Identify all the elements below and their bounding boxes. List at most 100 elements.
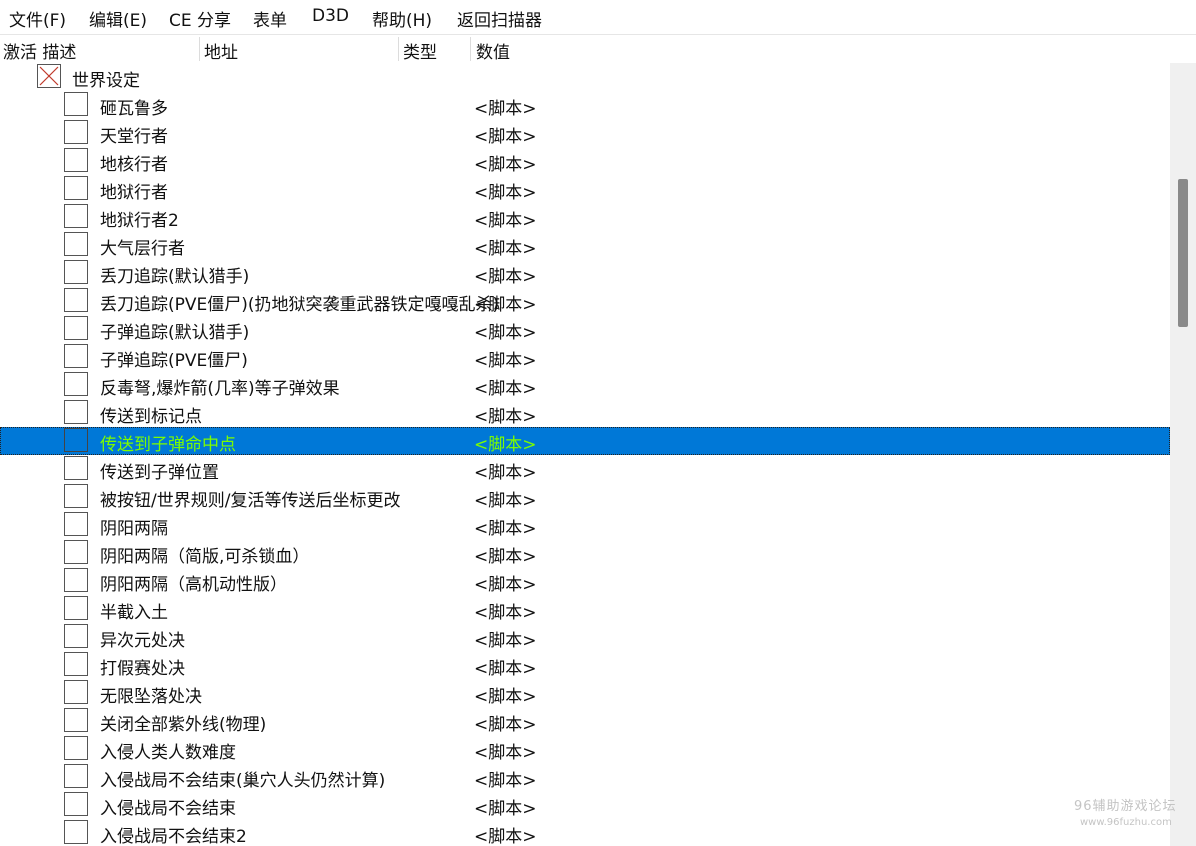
row-description: 入侵人类人数难度 (100, 743, 236, 763)
row-description: 大气层行者 (100, 239, 185, 259)
table-row[interactable]: 传送到子弹命中点 <脚本> (0, 427, 1170, 455)
active-checkbox[interactable] (64, 568, 88, 592)
col-active-description[interactable]: 激活 描述 (3, 38, 76, 63)
row-value: <脚本> (474, 99, 537, 119)
menu-help[interactable]: 帮助(H) (372, 6, 432, 31)
menu-back-to-scanner[interactable]: 返回扫描器 (457, 6, 542, 31)
active-checkbox[interactable] (64, 260, 88, 284)
watermark-text: 96辅助游戏论坛 (1074, 799, 1177, 814)
row-description: 传送到子弹命中点 (100, 435, 236, 455)
row-value: <脚本> (474, 687, 537, 707)
table-row[interactable]: 砸瓦鲁多 <脚本> (0, 91, 1170, 119)
cheat-table-list: 世界设定 砸瓦鲁多 <脚本> 天堂行者 <脚本> 地核行者 <脚本> 地狱行者 <脚本> 地狱行… (0, 63, 1170, 846)
active-checkbox[interactable] (64, 204, 88, 228)
table-row[interactable]: 大气层行者 <脚本> (0, 231, 1170, 259)
table-row[interactable]: 丢刀追踪(默认猎手) <脚本> (0, 259, 1170, 287)
group-row-world-settings[interactable]: 世界设定 (0, 63, 1170, 91)
row-description: 反毒弩,爆炸箭(几率)等子弹效果 (100, 379, 340, 399)
active-checkbox[interactable] (64, 708, 88, 732)
row-description: 打假赛处决 (100, 659, 185, 679)
active-checkbox[interactable] (64, 92, 88, 116)
menu-file[interactable]: 文件(F) (9, 6, 66, 31)
table-row[interactable]: 传送到子弹位置 <脚本> (0, 455, 1170, 483)
col-separator[interactable] (398, 37, 399, 61)
active-checkbox[interactable] (64, 176, 88, 200)
table-row[interactable]: 异次元处决 <脚本> (0, 623, 1170, 651)
menu-form[interactable]: 表单 (253, 6, 287, 31)
col-type[interactable]: 类型 (403, 38, 437, 63)
active-checkbox[interactable] (64, 680, 88, 704)
col-address[interactable]: 地址 (204, 38, 238, 63)
active-checkbox[interactable] (64, 624, 88, 648)
table-row[interactable]: 打假赛处决 <脚本> (0, 651, 1170, 679)
active-checkbox[interactable] (64, 596, 88, 620)
row-description: 传送到标记点 (100, 407, 202, 427)
row-description: 丢刀追踪(PVE僵尸)(扔地狱突袭重武器铁定嘎嘎乱杀) (100, 295, 500, 315)
row-description: 阴阳两隔（高机动性版） (100, 575, 287, 595)
table-row[interactable]: 入侵战局不会结束(巢穴人头仍然计算) <脚本> (0, 763, 1170, 791)
table-row[interactable]: 子弹追踪(默认猎手) <脚本> (0, 315, 1170, 343)
table-row[interactable]: 无限坠落处决 <脚本> (0, 679, 1170, 707)
active-checkbox[interactable] (64, 540, 88, 564)
active-checkbox[interactable] (64, 316, 88, 340)
table-row[interactable]: 入侵战局不会结束 <脚本> (0, 791, 1170, 819)
table-row[interactable]: 传送到标记点 <脚本> (0, 399, 1170, 427)
group-checkbox[interactable] (37, 64, 61, 88)
table-row[interactable]: 地狱行者 <脚本> (0, 175, 1170, 203)
table-row[interactable]: 阴阳两隔（高机动性版） <脚本> (0, 567, 1170, 595)
active-checkbox[interactable] (64, 428, 88, 452)
menu-edit[interactable]: 编辑(E) (89, 6, 147, 31)
row-description: 丢刀追踪(默认猎手) (100, 267, 250, 287)
table-row[interactable]: 地狱行者2 <脚本> (0, 203, 1170, 231)
table-row[interactable]: 天堂行者 <脚本> (0, 119, 1170, 147)
row-description: 子弹追踪(默认猎手) (100, 323, 250, 343)
row-description: 天堂行者 (100, 127, 168, 147)
vertical-scrollbar[interactable] (1170, 63, 1196, 846)
active-checkbox[interactable] (64, 372, 88, 396)
active-checkbox[interactable] (64, 400, 88, 424)
row-value: <脚本> (474, 771, 537, 791)
table-row[interactable]: 关闭全部紫外线(物理) <脚本> (0, 707, 1170, 735)
row-description: 关闭全部紫外线(物理) (100, 715, 267, 735)
active-checkbox[interactable] (64, 232, 88, 256)
table-row[interactable]: 入侵战局不会结束2 <脚本> (0, 819, 1170, 846)
row-value: <脚本> (474, 211, 537, 231)
table-row[interactable]: 地核行者 <脚本> (0, 147, 1170, 175)
col-value[interactable]: 数值 (476, 38, 510, 63)
row-description: 半截入土 (100, 603, 168, 623)
menu-ce-share[interactable]: CE 分享 (169, 6, 231, 31)
table-row[interactable]: 丢刀追踪(PVE僵尸)(扔地狱突袭重武器铁定嘎嘎乱杀) <脚本> (0, 287, 1170, 315)
active-checkbox[interactable] (64, 148, 88, 172)
row-description: 子弹追踪(PVE僵尸) (100, 351, 248, 371)
active-checkbox[interactable] (64, 820, 88, 844)
active-checkbox[interactable] (64, 344, 88, 368)
active-checkbox[interactable] (64, 456, 88, 480)
scrollbar-thumb[interactable] (1178, 179, 1188, 327)
table-row[interactable]: 入侵人类人数难度 <脚本> (0, 735, 1170, 763)
menu-bar: 文件(F) 编辑(E) CE 分享 表单 D3D 帮助(H) 返回扫描器 (0, 0, 1196, 35)
table-row[interactable]: 阴阳两隔（简版,可杀锁血） <脚本> (0, 539, 1170, 567)
table-row[interactable]: 半截入土 <脚本> (0, 595, 1170, 623)
row-value: <脚本> (474, 183, 537, 203)
active-checkbox[interactable] (64, 120, 88, 144)
row-value: <脚本> (474, 295, 537, 315)
table-row[interactable]: 子弹追踪(PVE僵尸) <脚本> (0, 343, 1170, 371)
col-separator[interactable] (470, 37, 471, 61)
active-checkbox[interactable] (64, 288, 88, 312)
menu-d3d[interactable]: D3D (312, 6, 349, 26)
active-checkbox[interactable] (64, 484, 88, 508)
row-value: <脚本> (474, 127, 537, 147)
active-checkbox[interactable] (64, 652, 88, 676)
row-value: <脚本> (474, 155, 537, 175)
active-checkbox[interactable] (64, 736, 88, 760)
table-row[interactable]: 阴阳两隔 <脚本> (0, 511, 1170, 539)
active-checkbox[interactable] (64, 764, 88, 788)
group-label: 世界设定 (72, 71, 140, 91)
active-checkbox[interactable] (64, 792, 88, 816)
col-separator[interactable] (199, 37, 200, 61)
table-row[interactable]: 被按钮/世界规则/复活等传送后坐标更改 <脚本> (0, 483, 1170, 511)
row-description: 被按钮/世界规则/复活等传送后坐标更改 (100, 491, 401, 511)
table-row[interactable]: 反毒弩,爆炸箭(几率)等子弹效果 <脚本> (0, 371, 1170, 399)
row-value: <脚本> (474, 267, 537, 287)
active-checkbox[interactable] (64, 512, 88, 536)
